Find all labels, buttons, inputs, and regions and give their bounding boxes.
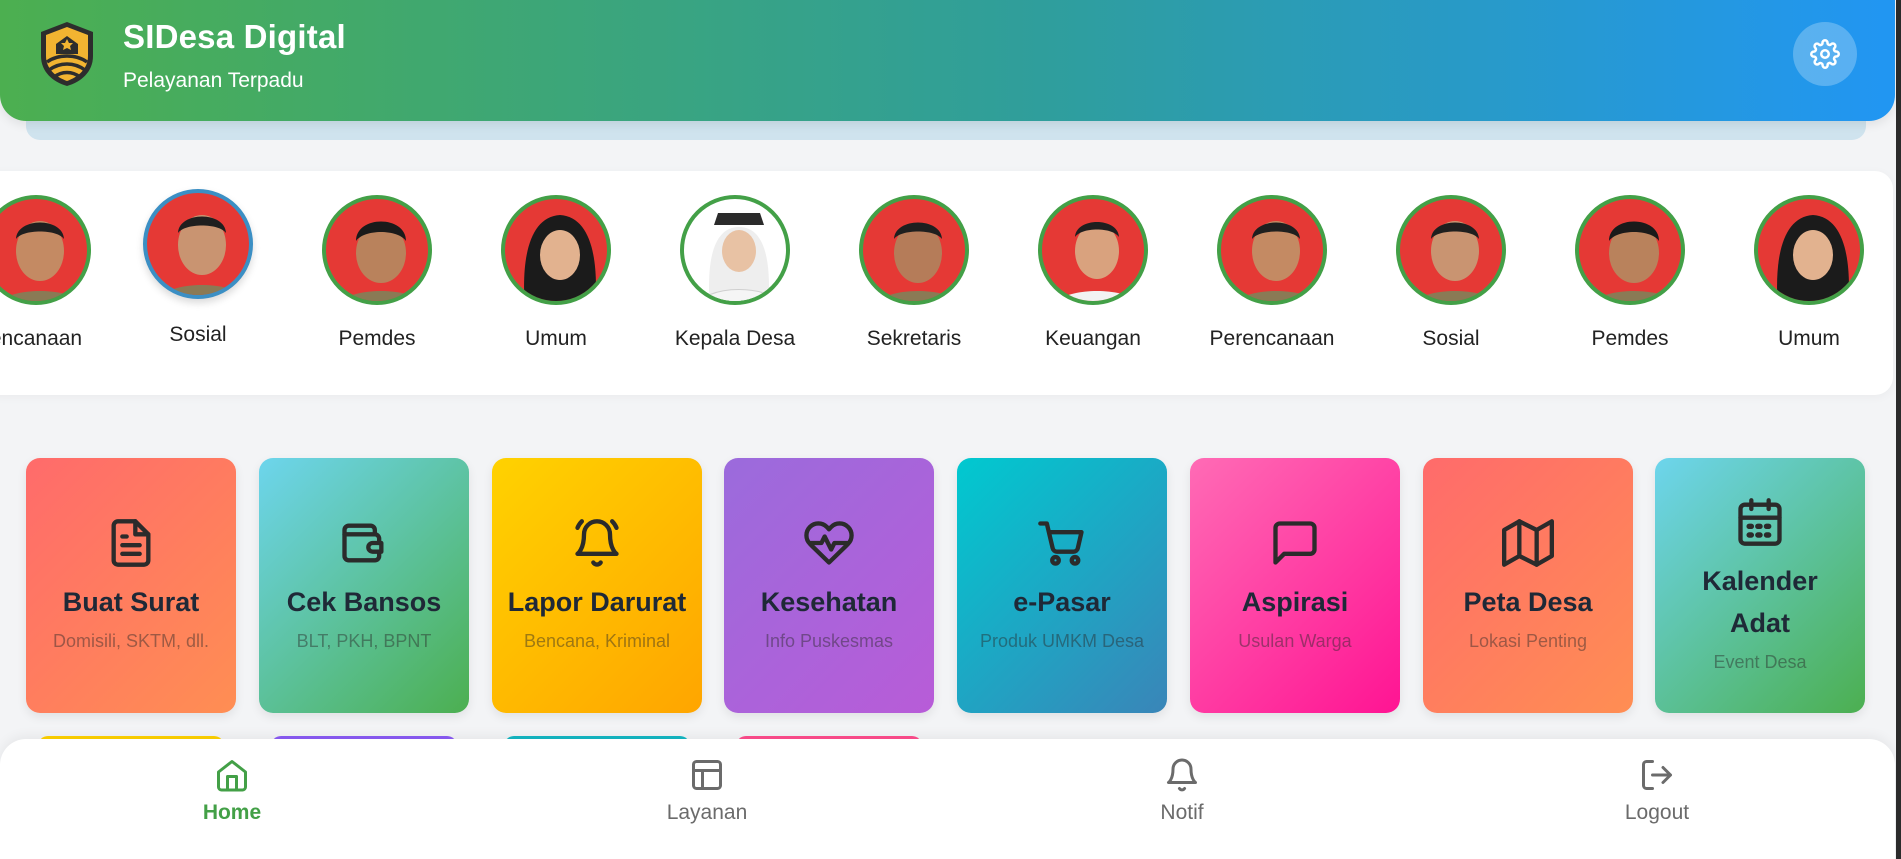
bell-icon (1167, 758, 1197, 792)
service-card-kesehatan[interactable]: Kesehatan Info Puskesmas (724, 458, 934, 713)
card-title: e-Pasar (1013, 587, 1111, 617)
nav-notif[interactable]: Notif (1082, 757, 1282, 825)
service-card-kalender-adat[interactable]: Kalender Adat Event Desa (1655, 458, 1865, 713)
card-title: Cek Bansos (286, 587, 442, 617)
service-card-aspirasi[interactable]: Aspirasi Usulan Warga (1190, 458, 1400, 713)
heart-pulse-icon (804, 521, 854, 565)
avatar (1754, 195, 1864, 305)
app-header: SIDesa Digital Pelayanan Terpadu (0, 0, 1895, 121)
staff-label: Umum (525, 327, 587, 350)
staff-label: Pemdes (1591, 327, 1669, 350)
settings-button[interactable] (1793, 22, 1857, 86)
avatar (1038, 195, 1148, 305)
nav-layanan[interactable]: Layanan (607, 757, 807, 825)
avatar (859, 195, 969, 305)
card-subtitle: Domisili, SKTM, dll. (52, 631, 209, 651)
home-icon (217, 760, 247, 792)
nav-label: Notif (1160, 801, 1204, 824)
wallet-icon (342, 523, 384, 563)
staff-item[interactable]: Pemdes (287, 171, 467, 351)
service-card-lapor-darurat[interactable]: Lapor Darurat Bencana, Kriminal (492, 458, 702, 713)
staff-item[interactable]: Umum (466, 171, 646, 351)
layout-icon (692, 760, 722, 790)
document-icon (111, 519, 151, 567)
card-subtitle: Lokasi Penting (1468, 631, 1588, 651)
staff-label: Pemdes (338, 327, 416, 350)
staff-label: Sosial (1422, 327, 1480, 350)
nav-home[interactable]: Home (132, 757, 332, 825)
nav-label: Logout (1624, 801, 1690, 824)
staff-item[interactable]: Kepala Desa (645, 171, 825, 351)
avatar (322, 195, 432, 305)
gear-icon (1810, 39, 1840, 69)
card-subtitle: Event Desa (1713, 652, 1807, 672)
card-title: Buat Surat (62, 587, 200, 617)
card-title: Kesehatan (760, 587, 898, 617)
staff-label: Sekretaris (866, 327, 962, 350)
service-card-peta-desa[interactable]: Peta Desa Lokasi Penting (1423, 458, 1633, 713)
nav-label: Home (202, 801, 262, 824)
card-subtitle: Info Puskesmas (764, 631, 894, 651)
staff-label: Perencanaan (1209, 327, 1335, 350)
app-title: SIDesa Digital (123, 18, 346, 55)
logout-icon (1642, 760, 1672, 790)
staff-item[interactable]: Keuangan (1003, 171, 1183, 351)
card-title: Aspirasi (1241, 587, 1349, 617)
map-icon (1502, 519, 1554, 567)
staff-item[interactable]: Perencanaan (1182, 171, 1362, 351)
card-subtitle: Bencana, Kriminal (523, 631, 671, 651)
avatar (143, 189, 253, 299)
calendar-icon (1738, 498, 1782, 546)
service-card-cek-bansos[interactable]: Cek Bansos BLT, PKH, BPNT (259, 458, 469, 713)
staff-label: Sosial (169, 323, 227, 346)
avatar (1575, 195, 1685, 305)
staff-item[interactable]: Sekretaris (824, 171, 1004, 351)
card-subtitle: Produk UMKM Desa (979, 631, 1145, 651)
staff-carousel[interactable]: encanaan Sosial Pemdes Umum Kepala Desa … (0, 171, 1893, 395)
staff-label: Kepala Desa (674, 327, 796, 350)
nav-logout[interactable]: Logout (1557, 757, 1757, 825)
avatar (0, 195, 91, 305)
service-card-buat-surat[interactable]: Buat Surat Domisili, SKTM, dll. (26, 458, 236, 713)
avatar (1217, 195, 1327, 305)
card-title: Peta Desa (1463, 587, 1593, 617)
avatar (501, 195, 611, 305)
cart-icon (1038, 521, 1084, 566)
staff-item[interactable]: Umum (1719, 171, 1893, 351)
staff-item[interactable]: Sosial (108, 171, 288, 347)
card-title: Kalender Adat (1702, 566, 1818, 638)
staff-label: Umum (1778, 327, 1840, 350)
staff-item[interactable]: Sosial (1361, 171, 1541, 351)
window-scrollbar[interactable] (1896, 0, 1901, 859)
avatar (1396, 195, 1506, 305)
app-subtitle: Pelayanan Terpadu (123, 69, 304, 92)
card-title: Lapor Darurat (507, 587, 687, 617)
nav-label: Layanan (666, 801, 748, 824)
service-card-e-pasar[interactable]: e-Pasar Produk UMKM Desa (957, 458, 1167, 713)
chat-icon (1273, 521, 1317, 565)
bell-icon (575, 519, 619, 567)
card-subtitle: BLT, PKH, BPNT (296, 631, 432, 651)
village-shield-logo (41, 22, 93, 86)
avatar (680, 195, 790, 305)
card-subtitle: Usulan Warga (1238, 631, 1352, 651)
staff-item[interactable]: Pemdes (1540, 171, 1720, 351)
bottom-navigation: Home Layanan Notif Logout (0, 739, 1895, 859)
staff-label: Keuangan (1045, 327, 1141, 350)
